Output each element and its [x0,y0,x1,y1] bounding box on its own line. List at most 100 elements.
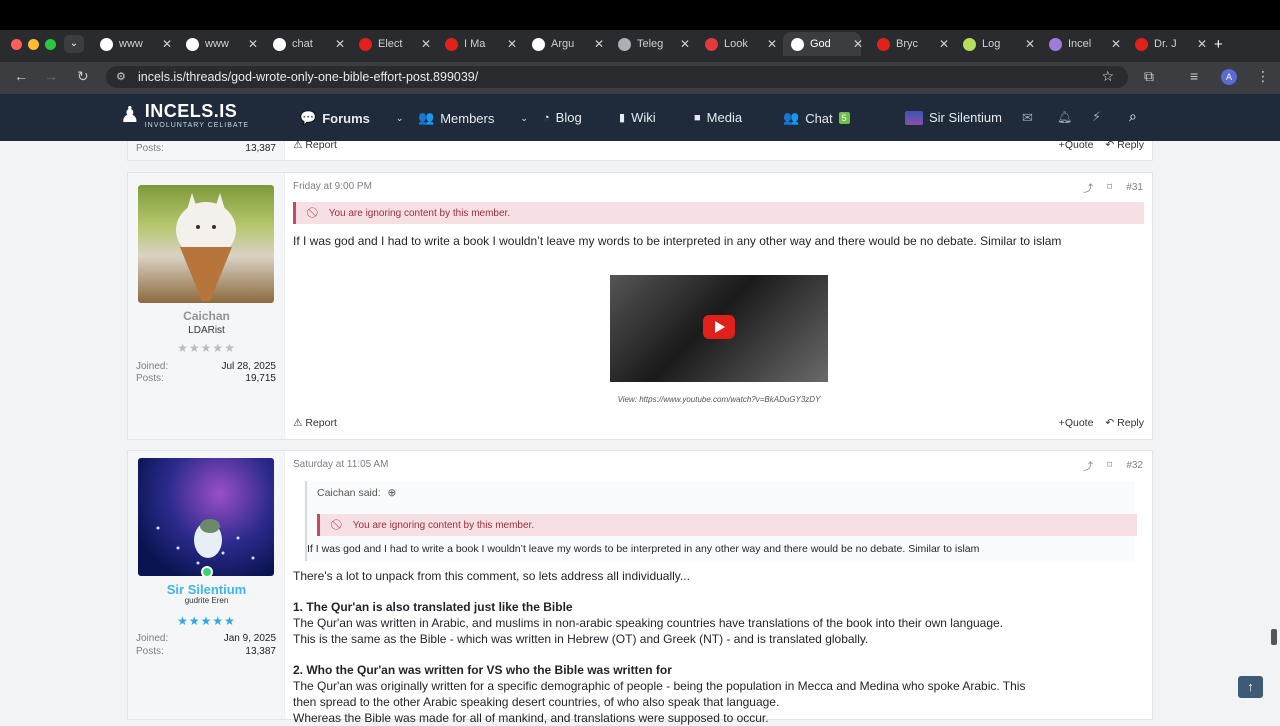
tab-label: www [119,38,143,50]
back-icon[interactable]: ← [14,68,28,84]
chevron-down-icon[interactable]: ⌄ [396,113,404,124]
browser-tab[interactable]: God ✕ [783,32,863,56]
extensions-icon[interactable]: ⧉ [1144,68,1154,85]
nav-wiki[interactable]: ▮ Wiki [619,110,656,125]
url-bar[interactable]: ⚙ incels.is/threads/god-wrote-only-one-b… [106,66,1128,88]
quote-link[interactable]: +Quote [1059,139,1094,151]
tab-search-icon[interactable]: ⌄ [64,35,84,53]
nav-members-label: Members [440,110,495,126]
tab-close-icon[interactable]: ✕ [162,37,172,51]
tab-close-icon[interactable]: ✕ [767,37,777,51]
ignore-icon: 🚫︎ [330,519,343,531]
tab-label: I Ma [464,38,486,50]
joined-value: Jul 28, 2025 [221,361,277,372]
tab-close-icon[interactable]: ✕ [248,37,258,51]
tab-close-icon[interactable]: ✕ [680,37,690,51]
tab-close-icon[interactable]: ✕ [1025,37,1035,51]
tab-close-icon[interactable]: ✕ [507,37,517,51]
nav-user[interactable]: Sir Silentium [905,110,1002,125]
media-icon[interactable]: ≡ [1190,68,1198,84]
nav-media[interactable]: ■ Media [694,110,742,125]
maximize-window-icon[interactable] [45,39,56,50]
username[interactable]: Caichan [128,309,285,323]
incels-icon [791,37,804,51]
browser-tab[interactable]: Log ✕ [955,32,1035,56]
username[interactable]: Sir Silentium [128,582,285,597]
user-avatar-small [905,110,923,125]
tab-close-icon[interactable]: ✕ [421,37,431,51]
close-window-icon[interactable] [11,39,22,50]
post-actions: ⚠ Report +Quote ↶ Reply [293,417,1144,429]
share-icon[interactable]: ⤴ [1083,458,1093,473]
youtube-icon [359,37,372,51]
tab-close-icon[interactable]: ✕ [1111,37,1121,51]
reply-link[interactable]: ↶ Reply [1105,417,1144,429]
browser-tab[interactable]: Teleg ✕ [610,32,690,56]
bolt-icon[interactable]: ⚡︎ [1092,109,1101,125]
post-timestamp[interactable]: Saturday at 11:05 AM [293,459,388,470]
browser-tab[interactable]: www ✕ [92,32,172,56]
browser-tab[interactable]: Argu ✕ [524,32,604,56]
prev-post-actions: ⚠ Report +Quote ↶ Reply [293,139,1144,151]
browser-tab[interactable]: chat ✕ [265,32,345,56]
tab-close-icon[interactable]: ✕ [594,37,604,51]
minimize-window-icon[interactable] [28,39,39,50]
tab-label: Bryc [896,38,918,50]
quote-author-row[interactable]: Caichan said: ⊕ [317,487,396,499]
joined-value: Jan 9, 2025 [223,633,276,644]
post-timestamp[interactable]: Friday at 9:00 PM [293,181,372,192]
share-icon[interactable]: ⤴ [1083,180,1093,195]
forward-icon[interactable]: → [44,68,58,84]
browser-tab[interactable]: Elect ✕ [351,32,431,56]
reply-link[interactable]: ↶ Reply [1105,139,1144,151]
site-logo[interactable]: ♟ INCELS.IS INVOLUNTARY CELIBATE [120,101,249,129]
bookmark-icon[interactable]: ⌑ [1107,182,1112,193]
nav-members[interactable]: 👥 Members ⌄ [418,110,528,126]
browser-tab[interactable]: I Ma ✕ [437,32,517,56]
browser-tab[interactable]: Look ✕ [697,32,777,56]
nav-wiki-label: Wiki [631,110,656,125]
browser-tab[interactable]: Incel ✕ [1041,32,1121,56]
arrow-up-circle-icon[interactable]: ⊕ [388,487,397,499]
video-embed[interactable] [610,275,828,382]
post-number[interactable]: #32 [1126,460,1143,471]
reload-icon[interactable]: ↻ [77,68,89,85]
tab-close-icon[interactable]: ✕ [853,37,863,51]
site-info-icon[interactable]: ⚙ [116,70,126,83]
envelope-icon[interactable]: ✉ [1022,110,1033,126]
google-icon [186,37,199,51]
bookmark-star-icon[interactable]: ☆ [1101,68,1114,85]
browser-tab[interactable]: Bryc ✕ [869,32,949,56]
tab-close-icon[interactable]: ✕ [1197,37,1207,51]
chevron-down-icon[interactable]: ⌄ [520,113,528,124]
posts-value: 13,387 [245,143,276,154]
report-link[interactable]: ⚠ Report [293,139,337,151]
nav-forums[interactable]: 💬 Forums ⌄ [300,110,403,126]
tab-label: Teleg [637,38,664,50]
users-icon: 👥 [783,110,800,125]
new-tab-button[interactable]: + [1214,36,1223,53]
nav-blog[interactable]: ◔ Blog [543,110,582,125]
quote-link[interactable]: +Quote [1059,417,1094,429]
menu-kebab-icon[interactable]: ⋮ [1256,68,1270,85]
search-icon[interactable]: ⌕ [1129,108,1137,125]
scroll-to-top-button[interactable]: ↑ [1238,676,1263,698]
browser-tab[interactable]: Dr. J ✕ [1127,32,1207,56]
nav-chat[interactable]: 👥 Chat 5 [783,110,850,126]
bookmark-icon[interactable]: ⌑ [1107,460,1112,471]
tab-close-icon[interactable]: ✕ [335,37,345,51]
video-caption[interactable]: View: https://www.youtube.com/watch?v=Bk… [598,395,840,404]
play-button-icon[interactable] [703,315,735,339]
avatar[interactable] [138,458,274,576]
scrollbar-thumb[interactable] [1271,629,1277,645]
nav-user-label: Sir Silentium [929,110,1002,125]
browser-tab[interactable]: www ✕ [178,32,258,56]
user-title: LDARist [188,325,225,336]
post-number[interactable]: #31 [1126,182,1143,193]
tab-close-icon[interactable]: ✕ [939,37,949,51]
report-link[interactable]: ⚠ Report [293,417,337,429]
avatar[interactable] [138,185,274,303]
bell-icon[interactable]: 🔔︎ [1057,110,1072,124]
tab-label: Elect [378,38,403,50]
profile-avatar[interactable]: A [1221,69,1237,85]
